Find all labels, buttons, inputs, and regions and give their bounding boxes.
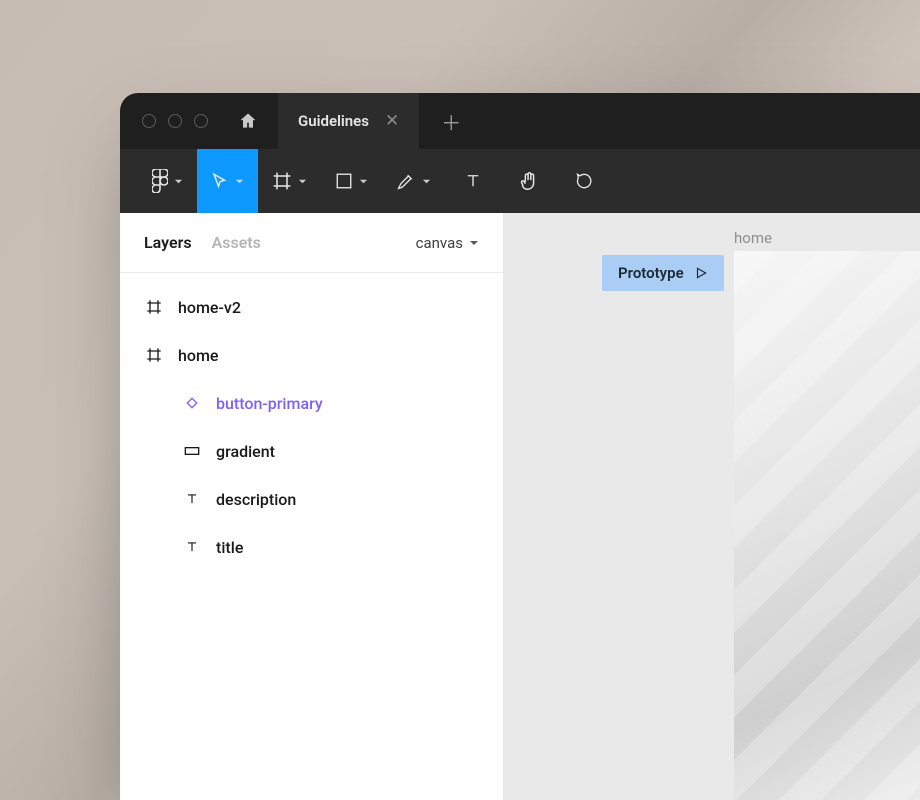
text-icon: [182, 492, 202, 506]
shape-tool-button[interactable]: [321, 149, 382, 213]
frame-tool-button[interactable]: [258, 149, 321, 213]
prototype-chip[interactable]: Prototype: [602, 255, 724, 291]
app-window: Guidelines ✕ ＋: [120, 93, 920, 800]
play-icon: [694, 266, 708, 280]
comment-tool-button[interactable]: [557, 149, 613, 213]
titlebar: Guidelines ✕ ＋: [120, 93, 920, 149]
text-tool-button[interactable]: [445, 149, 501, 213]
chevron-down-icon: [469, 238, 479, 248]
close-tab-icon[interactable]: ✕: [385, 111, 399, 131]
layer-row[interactable]: home-v2: [120, 283, 503, 331]
prototype-chip-label: Prototype: [618, 264, 684, 282]
rect-icon: [182, 446, 202, 456]
layer-label: home-v2: [178, 298, 241, 317]
figma-menu-button[interactable]: [138, 149, 197, 213]
tab-assets[interactable]: Assets: [212, 233, 261, 252]
frame-icon: [144, 347, 164, 363]
hand-tool-button[interactable]: [501, 149, 557, 213]
frame-icon: [144, 299, 164, 315]
tab-layers[interactable]: Layers: [144, 233, 192, 252]
sidebar-tabs: Layers Assets canvas: [120, 213, 503, 273]
layer-label: home: [178, 346, 218, 365]
canvas[interactable]: home Prototype: [504, 213, 920, 800]
frame-label[interactable]: home: [734, 229, 772, 247]
add-tab-button[interactable]: ＋: [441, 107, 461, 136]
layer-label: title: [216, 538, 243, 557]
home-button[interactable]: [238, 111, 258, 131]
layer-row[interactable]: button-primary: [120, 379, 503, 427]
left-sidebar: Layers Assets canvas home-v2: [120, 213, 504, 800]
layer-label: gradient: [216, 442, 275, 461]
layer-row[interactable]: gradient: [120, 427, 503, 475]
body: Layers Assets canvas home-v2: [120, 213, 920, 800]
traffic-close-icon[interactable]: [142, 114, 156, 128]
component-icon: [182, 395, 202, 411]
layer-row[interactable]: title: [120, 523, 503, 571]
layer-row[interactable]: home: [120, 331, 503, 379]
frame-home[interactable]: [734, 251, 920, 800]
move-tool-button[interactable]: [197, 149, 258, 213]
layer-row[interactable]: description: [120, 475, 503, 523]
layers-panel: home-v2 home button-primary: [120, 273, 503, 581]
tab-title: Guidelines: [298, 112, 369, 130]
pen-tool-button[interactable]: [382, 149, 445, 213]
toolbar: [120, 149, 920, 213]
text-icon: [182, 540, 202, 554]
traffic-min-icon[interactable]: [168, 114, 182, 128]
layer-label: description: [216, 490, 296, 509]
window-traffic-lights: [142, 114, 208, 128]
document-tab[interactable]: Guidelines ✕: [278, 93, 419, 149]
page-selector[interactable]: canvas: [416, 234, 479, 252]
page-selector-label: canvas: [416, 234, 463, 252]
layer-label: button-primary: [216, 394, 323, 413]
traffic-max-icon[interactable]: [194, 114, 208, 128]
